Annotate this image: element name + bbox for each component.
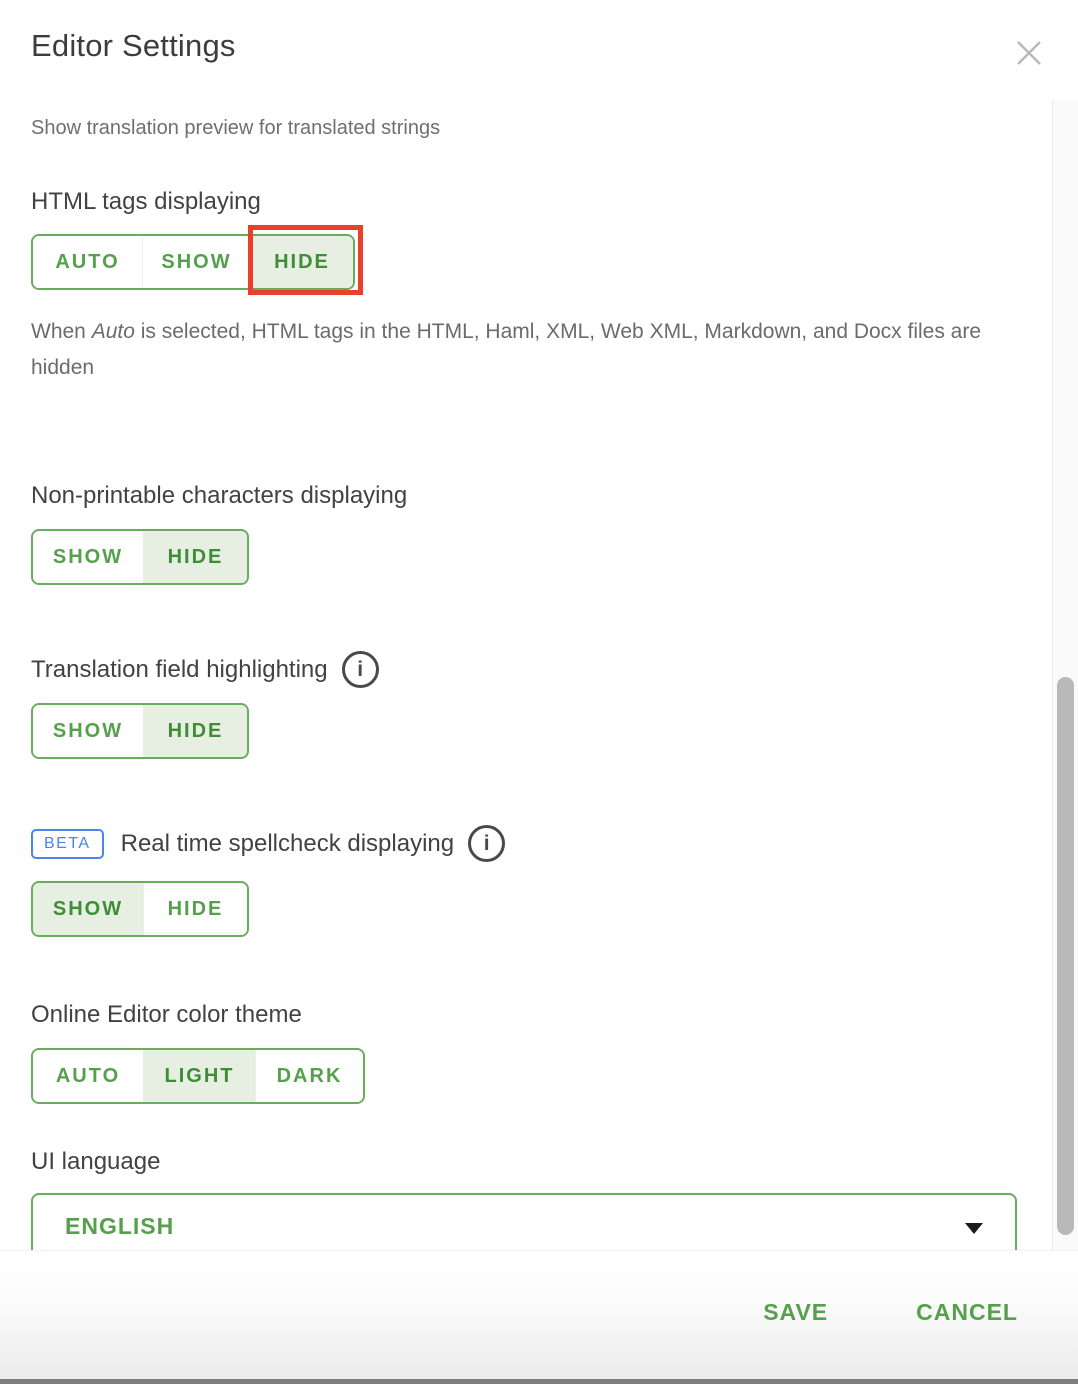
non-printable-option-hide[interactable]: HIDE xyxy=(143,531,247,583)
color-theme-label: Online Editor color theme xyxy=(31,1001,1023,1029)
info-icon[interactable]: i xyxy=(468,825,505,862)
close-button[interactable] xyxy=(1012,36,1046,70)
non-printable-segmented-control: SHOW HIDE xyxy=(31,529,249,585)
help-prefix: When xyxy=(31,320,92,343)
html-tags-control-wrap: AUTO SHOW HIDE xyxy=(31,234,1023,290)
translation-preview-note: Show translation preview for translated … xyxy=(31,117,1023,140)
field-highlighting-option-show[interactable]: SHOW xyxy=(33,705,143,757)
dialog-header: Editor Settings xyxy=(0,0,1078,100)
footer-buttons: SAVE CANCEL xyxy=(763,1299,1018,1326)
spellcheck-segmented-control: SHOW HIDE xyxy=(31,881,249,937)
save-button[interactable]: SAVE xyxy=(763,1299,828,1326)
dialog-footer: SAVE CANCEL xyxy=(0,1250,1078,1379)
html-tags-label: HTML tags displaying xyxy=(31,188,1023,216)
non-printable-label: Non-printable characters displaying xyxy=(31,482,1023,510)
spellcheck-control-wrap: SHOW HIDE xyxy=(31,881,1023,937)
dialog-bottom-edge xyxy=(0,1379,1078,1384)
spellcheck-label: Real time spellcheck displaying xyxy=(121,830,455,858)
spellcheck-row: BETA Real time spellcheck displaying i xyxy=(31,825,1023,862)
beta-badge: BETA xyxy=(31,829,104,859)
html-tags-help-text: When Auto is selected, HTML tags in the … xyxy=(31,314,1021,386)
html-tags-option-hide[interactable]: HIDE xyxy=(250,236,353,288)
field-highlighting-option-hide[interactable]: HIDE xyxy=(143,705,247,757)
field-highlighting-label: Translation field highlighting xyxy=(31,656,328,684)
field-highlighting-row: Translation field highlighting i xyxy=(31,651,1023,688)
cancel-button[interactable]: CANCEL xyxy=(916,1299,1018,1326)
color-theme-option-dark[interactable]: DARK xyxy=(255,1050,363,1102)
color-theme-option-light[interactable]: LIGHT xyxy=(143,1050,255,1102)
info-icon[interactable]: i xyxy=(342,651,379,688)
scrollbar-track[interactable] xyxy=(1052,100,1078,1250)
field-highlighting-control-wrap: SHOW HIDE xyxy=(31,703,1023,759)
spellcheck-option-hide[interactable]: HIDE xyxy=(143,883,247,935)
help-italic-auto: Auto xyxy=(92,320,135,343)
chevron-down-icon xyxy=(965,1223,983,1234)
color-theme-segmented-control: AUTO LIGHT DARK xyxy=(31,1048,365,1104)
html-tags-option-auto[interactable]: AUTO xyxy=(33,236,142,288)
settings-body: Show translation preview for translated … xyxy=(31,100,1023,1259)
spellcheck-option-show[interactable]: SHOW xyxy=(33,883,143,935)
html-tags-segmented-control: AUTO SHOW HIDE xyxy=(31,234,355,290)
ui-language-label: UI language xyxy=(31,1148,1023,1176)
close-icon xyxy=(1013,37,1045,69)
scrollbar-thumb[interactable] xyxy=(1057,677,1074,1235)
field-highlighting-segmented-control: SHOW HIDE xyxy=(31,703,249,759)
non-printable-option-show[interactable]: SHOW xyxy=(33,531,143,583)
ui-language-value: ENGLISH xyxy=(65,1213,174,1240)
html-tags-option-show[interactable]: SHOW xyxy=(142,236,250,288)
color-theme-control-wrap: AUTO LIGHT DARK xyxy=(31,1048,1023,1104)
help-suffix: is selected, HTML tags in the HTML, Haml… xyxy=(31,320,981,379)
non-printable-control-wrap: SHOW HIDE xyxy=(31,529,1023,585)
dialog-title: Editor Settings xyxy=(31,28,236,64)
color-theme-option-auto[interactable]: AUTO xyxy=(33,1050,143,1102)
